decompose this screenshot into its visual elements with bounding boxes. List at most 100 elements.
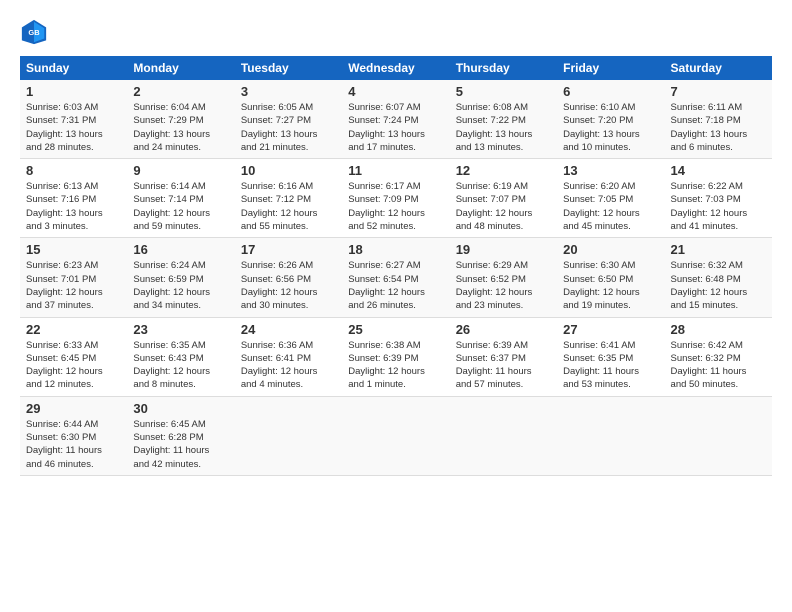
day-cell: 9 Sunrise: 6:14 AMSunset: 7:14 PMDaylight… — [127, 159, 234, 238]
day-number: 3 — [241, 84, 336, 99]
day-info: Sunrise: 6:11 AMSunset: 7:18 PMDaylight:… — [671, 101, 766, 154]
day-cell: 29 Sunrise: 6:44 AMSunset: 6:30 PMDayligh… — [20, 396, 127, 475]
col-header-sunday: Sunday — [20, 56, 127, 80]
page: GB SundayMondayTuesdayWednesdayThursdayF… — [0, 0, 792, 612]
day-info: Sunrise: 6:35 AMSunset: 6:43 PMDaylight:… — [133, 339, 228, 392]
day-cell: 14 Sunrise: 6:22 AMSunset: 7:03 PMDayligh… — [665, 159, 772, 238]
day-number: 25 — [348, 322, 443, 337]
day-cell — [342, 396, 449, 475]
col-header-thursday: Thursday — [450, 56, 557, 80]
day-cell: 27 Sunrise: 6:41 AMSunset: 6:35 PMDayligh… — [557, 317, 664, 396]
day-info: Sunrise: 6:33 AMSunset: 6:45 PMDaylight:… — [26, 339, 121, 392]
day-info: Sunrise: 6:04 AMSunset: 7:29 PMDaylight:… — [133, 101, 228, 154]
day-number: 11 — [348, 163, 443, 178]
day-info: Sunrise: 6:22 AMSunset: 7:03 PMDaylight:… — [671, 180, 766, 233]
day-info: Sunrise: 6:13 AMSunset: 7:16 PMDaylight:… — [26, 180, 121, 233]
day-number: 26 — [456, 322, 551, 337]
logo: GB — [20, 18, 52, 46]
day-number: 24 — [241, 322, 336, 337]
day-cell: 28 Sunrise: 6:42 AMSunset: 6:32 PMDayligh… — [665, 317, 772, 396]
logo-icon: GB — [20, 18, 48, 46]
week-row-4: 22Sunrise: 6:33 AMSunset: 6:45 PMDayligh… — [20, 317, 772, 396]
day-cell: 16 Sunrise: 6:24 AMSunset: 6:59 PMDayligh… — [127, 238, 234, 317]
day-info: Sunrise: 6:27 AMSunset: 6:54 PMDaylight:… — [348, 259, 443, 312]
day-info: Sunrise: 6:10 AMSunset: 7:20 PMDaylight:… — [563, 101, 658, 154]
day-number: 7 — [671, 84, 766, 99]
day-cell: 26 Sunrise: 6:39 AMSunset: 6:37 PMDayligh… — [450, 317, 557, 396]
day-number: 5 — [456, 84, 551, 99]
day-cell: 15 Sunrise: 6:23 AMSunset: 7:01 PMDayligh… — [20, 238, 127, 317]
day-cell: 5 Sunrise: 6:08 AMSunset: 7:22 PMDaylight… — [450, 80, 557, 159]
day-info: Sunrise: 6:30 AMSunset: 6:50 PMDaylight:… — [563, 259, 658, 312]
day-info: Sunrise: 6:08 AMSunset: 7:22 PMDaylight:… — [456, 101, 551, 154]
day-info: Sunrise: 6:29 AMSunset: 6:52 PMDaylight:… — [456, 259, 551, 312]
day-info: Sunrise: 6:26 AMSunset: 6:56 PMDaylight:… — [241, 259, 336, 312]
day-info: Sunrise: 6:38 AMSunset: 6:39 PMDaylight:… — [348, 339, 443, 392]
day-cell: 3 Sunrise: 6:05 AMSunset: 7:27 PMDaylight… — [235, 80, 342, 159]
day-info: Sunrise: 6:24 AMSunset: 6:59 PMDaylight:… — [133, 259, 228, 312]
col-header-tuesday: Tuesday — [235, 56, 342, 80]
day-info: Sunrise: 6:36 AMSunset: 6:41 PMDaylight:… — [241, 339, 336, 392]
day-number: 14 — [671, 163, 766, 178]
day-cell: 20 Sunrise: 6:30 AMSunset: 6:50 PMDayligh… — [557, 238, 664, 317]
col-header-monday: Monday — [127, 56, 234, 80]
week-row-2: 8 Sunrise: 6:13 AMSunset: 7:16 PMDaylight… — [20, 159, 772, 238]
day-info: Sunrise: 6:07 AMSunset: 7:24 PMDaylight:… — [348, 101, 443, 154]
day-number: 12 — [456, 163, 551, 178]
day-number: 17 — [241, 242, 336, 257]
day-number: 6 — [563, 84, 658, 99]
day-number: 18 — [348, 242, 443, 257]
day-number: 1 — [26, 84, 121, 99]
day-info: Sunrise: 6:32 AMSunset: 6:48 PMDaylight:… — [671, 259, 766, 312]
week-row-5: 29 Sunrise: 6:44 AMSunset: 6:30 PMDayligh… — [20, 396, 772, 475]
day-number: 13 — [563, 163, 658, 178]
day-info: Sunrise: 6:19 AMSunset: 7:07 PMDaylight:… — [456, 180, 551, 233]
day-info: Sunrise: 6:16 AMSunset: 7:12 PMDaylight:… — [241, 180, 336, 233]
day-cell: 21Sunrise: 6:32 AMSunset: 6:48 PMDayligh… — [665, 238, 772, 317]
day-cell: 12 Sunrise: 6:19 AMSunset: 7:07 PMDayligh… — [450, 159, 557, 238]
day-number: 15 — [26, 242, 121, 257]
col-header-saturday: Saturday — [665, 56, 772, 80]
day-cell: 7 Sunrise: 6:11 AMSunset: 7:18 PMDaylight… — [665, 80, 772, 159]
day-info: Sunrise: 6:42 AMSunset: 6:32 PMDaylight:… — [671, 339, 766, 392]
day-cell: 13 Sunrise: 6:20 AMSunset: 7:05 PMDayligh… — [557, 159, 664, 238]
day-cell: 17 Sunrise: 6:26 AMSunset: 6:56 PMDayligh… — [235, 238, 342, 317]
calendar-table: SundayMondayTuesdayWednesdayThursdayFrid… — [20, 56, 772, 476]
day-number: 19 — [456, 242, 551, 257]
day-cell: 11 Sunrise: 6:17 AMSunset: 7:09 PMDayligh… — [342, 159, 449, 238]
day-cell: 30Sunrise: 6:45 AMSunset: 6:28 PMDayligh… — [127, 396, 234, 475]
day-cell: 22Sunrise: 6:33 AMSunset: 6:45 PMDayligh… — [20, 317, 127, 396]
day-cell: 2Sunrise: 6:04 AMSunset: 7:29 PMDaylight… — [127, 80, 234, 159]
day-cell — [450, 396, 557, 475]
day-number: 10 — [241, 163, 336, 178]
day-info: Sunrise: 6:14 AMSunset: 7:14 PMDaylight:… — [133, 180, 228, 233]
day-info: Sunrise: 6:45 AMSunset: 6:28 PMDaylight:… — [133, 418, 228, 471]
day-info: Sunrise: 6:44 AMSunset: 6:30 PMDaylight:… — [26, 418, 121, 471]
day-number: 9 — [133, 163, 228, 178]
day-number: 8 — [26, 163, 121, 178]
day-info: Sunrise: 6:39 AMSunset: 6:37 PMDaylight:… — [456, 339, 551, 392]
day-number: 16 — [133, 242, 228, 257]
day-number: 20 — [563, 242, 658, 257]
day-info: Sunrise: 6:17 AMSunset: 7:09 PMDaylight:… — [348, 180, 443, 233]
day-cell: 18 Sunrise: 6:27 AMSunset: 6:54 PMDayligh… — [342, 238, 449, 317]
day-number: 4 — [348, 84, 443, 99]
header: GB — [20, 18, 772, 46]
day-number: 29 — [26, 401, 121, 416]
header-row: SundayMondayTuesdayWednesdayThursdayFrid… — [20, 56, 772, 80]
day-info: Sunrise: 6:23 AMSunset: 7:01 PMDaylight:… — [26, 259, 121, 312]
day-cell: 24 Sunrise: 6:36 AMSunset: 6:41 PMDayligh… — [235, 317, 342, 396]
day-cell: 25 Sunrise: 6:38 AMSunset: 6:39 PMDayligh… — [342, 317, 449, 396]
day-number: 28 — [671, 322, 766, 337]
day-cell: 19 Sunrise: 6:29 AMSunset: 6:52 PMDayligh… — [450, 238, 557, 317]
day-info: Sunrise: 6:05 AMSunset: 7:27 PMDaylight:… — [241, 101, 336, 154]
col-header-wednesday: Wednesday — [342, 56, 449, 80]
day-info: Sunrise: 6:41 AMSunset: 6:35 PMDaylight:… — [563, 339, 658, 392]
day-cell: 4 Sunrise: 6:07 AMSunset: 7:24 PMDaylight… — [342, 80, 449, 159]
col-header-friday: Friday — [557, 56, 664, 80]
day-number: 27 — [563, 322, 658, 337]
day-info: Sunrise: 6:20 AMSunset: 7:05 PMDaylight:… — [563, 180, 658, 233]
day-cell: 8 Sunrise: 6:13 AMSunset: 7:16 PMDaylight… — [20, 159, 127, 238]
day-cell — [665, 396, 772, 475]
day-cell: 10 Sunrise: 6:16 AMSunset: 7:12 PMDayligh… — [235, 159, 342, 238]
